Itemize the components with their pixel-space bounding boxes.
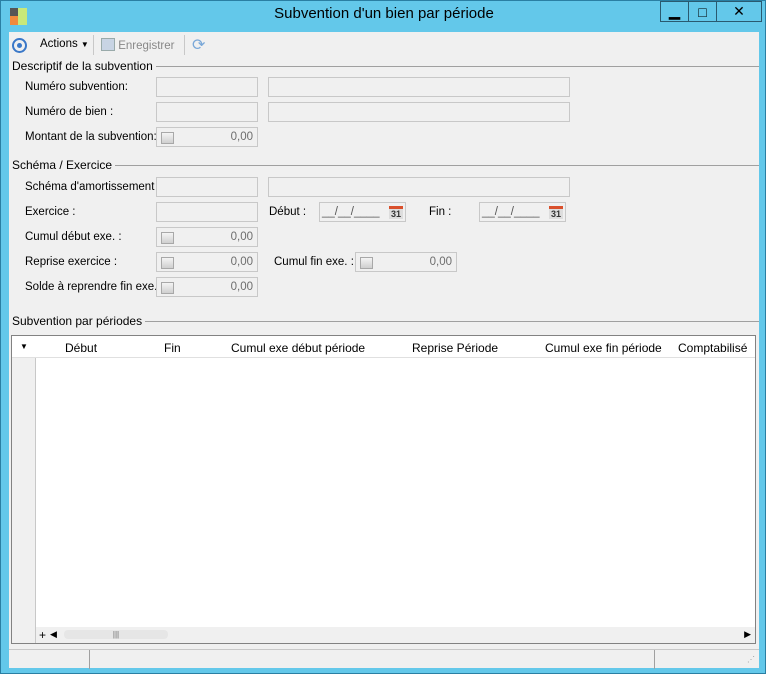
close-button[interactable]: ✕ [716,1,762,22]
scroll-left-icon[interactable]: ◀ [50,629,57,640]
montant-input[interactable]: 0,00 [156,127,258,147]
checkbox[interactable] [360,257,373,269]
value: 0,00 [230,231,253,243]
value: 0,00 [230,281,253,293]
debut-date-input[interactable]: __/__/____ 31 [319,202,406,222]
horizontal-scrollbar[interactable]: + ◀ ||| ▶ [36,627,755,643]
schema-input[interactable] [156,177,258,197]
montant-label: Montant de la subvention: [25,131,157,143]
client-area: Actions ▼ Enregistrer ⟳ Descriptif de la… [9,32,759,669]
column-header-cumul-fin[interactable]: Cumul exe fin période [545,341,662,355]
grid-header: ▼ Début Fin Cumul exe début période Repr… [12,336,755,358]
section-descriptif: Descriptif de la subvention [12,59,156,73]
solde-label: Solde à reprendre fin exe. : [25,281,164,293]
calendar-icon[interactable]: 31 [389,206,403,219]
numero-subvention-input[interactable] [156,77,258,97]
numero-bien-label: Numéro de bien : [25,106,114,118]
value: 0,00 [429,256,452,268]
scroll-thumb[interactable]: ||| [64,630,168,639]
cumul-fin-label: Cumul fin exe. : [274,256,354,268]
checkbox[interactable] [161,132,174,144]
date-mask: __/__/____ [322,206,380,218]
maximize-button[interactable]: □ [688,1,717,22]
scroll-right-icon[interactable]: ▶ [744,629,751,640]
section-schema: Schéma / Exercice [12,158,116,172]
save-button[interactable]: Enregistrer [101,38,174,52]
save-icon [101,38,115,51]
fin-label: Fin : [429,206,452,218]
checkbox[interactable] [161,282,174,294]
minimize-button[interactable]: ▁ [660,1,689,22]
reprise-label: Reprise exercice : [25,256,118,268]
schema-description-input[interactable] [268,177,570,197]
column-header-fin[interactable]: Fin [164,341,181,355]
column-header-reprise[interactable]: Reprise Période [412,341,498,355]
subvention-description-input[interactable] [268,77,570,97]
schema-label: Schéma d'amortissement : [25,181,161,193]
numero-bien-input[interactable] [156,102,258,122]
reprise-input[interactable]: 0,00 [156,252,258,272]
exercice-input[interactable] [156,202,258,222]
nav-circle-icon[interactable] [12,38,27,53]
calendar-icon[interactable]: 31 [549,206,563,219]
save-label: Enregistrer [118,40,175,52]
debut-label: Début : [269,206,307,218]
column-header-comptabilise[interactable]: Comptabilisé [678,341,747,355]
cumul-fin-input[interactable]: 0,00 [355,252,457,272]
value: 0,00 [230,131,253,143]
solde-input[interactable]: 0,00 [156,277,258,297]
value: 0,00 [230,256,253,268]
add-row-button[interactable]: + [39,628,46,642]
numero-subvention-label: Numéro subvention: [25,81,128,93]
resize-grip-icon[interactable]: ⋰ [747,655,755,664]
bien-description-input[interactable] [268,102,570,122]
chevron-down-icon: ▼ [80,40,89,49]
row-menu-chevron-icon[interactable]: ▼ [20,342,28,351]
checkbox[interactable] [161,257,174,269]
cumul-debut-label: Cumul début exe. : [25,231,122,243]
column-header-cumul-debut[interactable]: Cumul exe début période [231,341,365,355]
exercice-label: Exercice : [25,206,76,218]
window-title: Subvention d'un bien par période [274,5,494,22]
window: Subvention d'un bien par période ▁ □ ✕ A… [0,0,766,674]
section-grid: Subvention par périodes [12,314,146,328]
cumul-debut-input[interactable]: 0,00 [156,227,258,247]
column-header-debut[interactable]: Début [65,341,97,355]
periods-grid: ▼ Début Fin Cumul exe début période Repr… [11,335,756,644]
actions-menu[interactable]: Actions ▼ [40,38,89,50]
status-bar: ⋰ [9,649,759,669]
actions-label: Actions [40,38,78,50]
date-mask: __/__/____ [482,206,540,218]
checkbox[interactable] [161,232,174,244]
fin-date-input[interactable]: __/__/____ 31 [479,202,566,222]
refresh-icon[interactable]: ⟳ [192,35,205,55]
